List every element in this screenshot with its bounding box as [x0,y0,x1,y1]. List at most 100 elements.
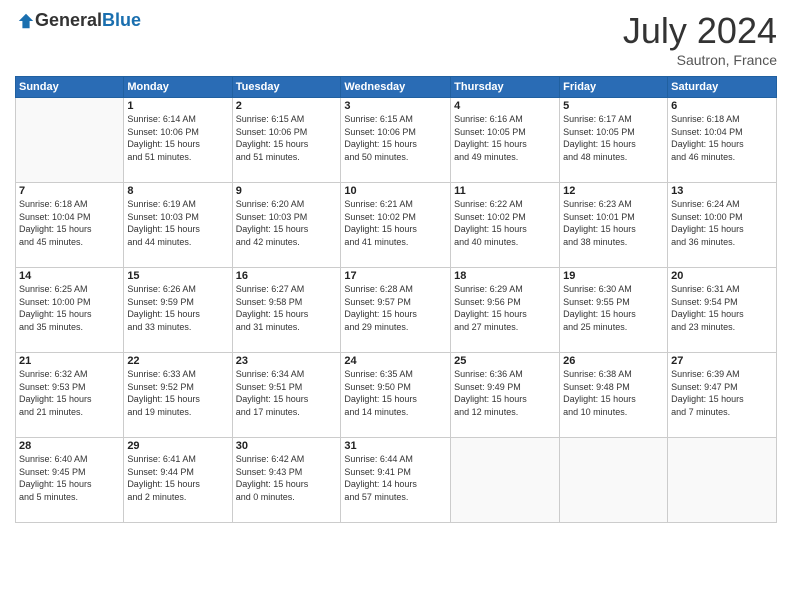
day-info: Sunrise: 6:33 AM Sunset: 9:52 PM Dayligh… [127,368,228,418]
calendar-cell: 31Sunrise: 6:44 AM Sunset: 9:41 PM Dayli… [341,438,451,523]
title-block: July 2024 Sautron, France [623,10,777,68]
logo-general: General [35,10,102,30]
day-info: Sunrise: 6:21 AM Sunset: 10:02 PM Daylig… [344,198,447,248]
logo-text: GeneralBlue [35,10,141,31]
calendar-cell: 22Sunrise: 6:33 AM Sunset: 9:52 PM Dayli… [124,353,232,438]
day-number: 12 [563,185,664,197]
day-info: Sunrise: 6:31 AM Sunset: 9:54 PM Dayligh… [671,283,773,333]
calendar-cell: 16Sunrise: 6:27 AM Sunset: 9:58 PM Dayli… [232,268,341,353]
day-number: 13 [671,185,773,197]
day-info: Sunrise: 6:14 AM Sunset: 10:06 PM Daylig… [127,113,228,163]
page: GeneralBlue July 2024 Sautron, France Su… [0,0,792,612]
calendar-cell [668,438,777,523]
day-number: 9 [236,185,338,197]
day-number: 6 [671,100,773,112]
calendar-cell: 3Sunrise: 6:15 AM Sunset: 10:06 PM Dayli… [341,98,451,183]
day-info: Sunrise: 6:42 AM Sunset: 9:43 PM Dayligh… [236,453,338,503]
col-header-wednesday: Wednesday [341,77,451,98]
day-number: 14 [19,270,120,282]
col-header-monday: Monday [124,77,232,98]
day-info: Sunrise: 6:38 AM Sunset: 9:48 PM Dayligh… [563,368,664,418]
day-info: Sunrise: 6:44 AM Sunset: 9:41 PM Dayligh… [344,453,447,503]
col-header-saturday: Saturday [668,77,777,98]
calendar-cell: 13Sunrise: 6:24 AM Sunset: 10:00 PM Dayl… [668,183,777,268]
calendar-cell: 17Sunrise: 6:28 AM Sunset: 9:57 PM Dayli… [341,268,451,353]
logo-icon [17,12,35,30]
day-info: Sunrise: 6:18 AM Sunset: 10:04 PM Daylig… [671,113,773,163]
day-number: 22 [127,355,228,367]
col-header-sunday: Sunday [16,77,124,98]
day-info: Sunrise: 6:35 AM Sunset: 9:50 PM Dayligh… [344,368,447,418]
day-info: Sunrise: 6:16 AM Sunset: 10:05 PM Daylig… [454,113,556,163]
day-info: Sunrise: 6:30 AM Sunset: 9:55 PM Dayligh… [563,283,664,333]
calendar-cell [451,438,560,523]
day-info: Sunrise: 6:32 AM Sunset: 9:53 PM Dayligh… [19,368,120,418]
day-number: 10 [344,185,447,197]
day-info: Sunrise: 6:25 AM Sunset: 10:00 PM Daylig… [19,283,120,333]
calendar-cell: 18Sunrise: 6:29 AM Sunset: 9:56 PM Dayli… [451,268,560,353]
day-info: Sunrise: 6:34 AM Sunset: 9:51 PM Dayligh… [236,368,338,418]
day-number: 21 [19,355,120,367]
calendar-cell: 26Sunrise: 6:38 AM Sunset: 9:48 PM Dayli… [560,353,668,438]
calendar-cell [16,98,124,183]
calendar-cell: 23Sunrise: 6:34 AM Sunset: 9:51 PM Dayli… [232,353,341,438]
calendar-cell: 4Sunrise: 6:16 AM Sunset: 10:05 PM Dayli… [451,98,560,183]
calendar-cell: 5Sunrise: 6:17 AM Sunset: 10:05 PM Dayli… [560,98,668,183]
calendar-cell: 27Sunrise: 6:39 AM Sunset: 9:47 PM Dayli… [668,353,777,438]
calendar-cell: 2Sunrise: 6:15 AM Sunset: 10:06 PM Dayli… [232,98,341,183]
calendar-cell: 25Sunrise: 6:36 AM Sunset: 9:49 PM Dayli… [451,353,560,438]
calendar-cell: 19Sunrise: 6:30 AM Sunset: 9:55 PM Dayli… [560,268,668,353]
day-info: Sunrise: 6:27 AM Sunset: 9:58 PM Dayligh… [236,283,338,333]
day-info: Sunrise: 6:36 AM Sunset: 9:49 PM Dayligh… [454,368,556,418]
day-info: Sunrise: 6:22 AM Sunset: 10:02 PM Daylig… [454,198,556,248]
day-info: Sunrise: 6:15 AM Sunset: 10:06 PM Daylig… [236,113,338,163]
calendar-row-4: 28Sunrise: 6:40 AM Sunset: 9:45 PM Dayli… [16,438,777,523]
day-number: 31 [344,440,447,452]
calendar-row-0: 1Sunrise: 6:14 AM Sunset: 10:06 PM Dayli… [16,98,777,183]
calendar-cell: 24Sunrise: 6:35 AM Sunset: 9:50 PM Dayli… [341,353,451,438]
day-number: 29 [127,440,228,452]
day-number: 8 [127,185,228,197]
day-number: 4 [454,100,556,112]
day-info: Sunrise: 6:17 AM Sunset: 10:05 PM Daylig… [563,113,664,163]
day-info: Sunrise: 6:26 AM Sunset: 9:59 PM Dayligh… [127,283,228,333]
calendar-cell: 10Sunrise: 6:21 AM Sunset: 10:02 PM Dayl… [341,183,451,268]
day-number: 5 [563,100,664,112]
logo-blue: Blue [102,10,141,30]
day-info: Sunrise: 6:39 AM Sunset: 9:47 PM Dayligh… [671,368,773,418]
col-header-tuesday: Tuesday [232,77,341,98]
day-number: 17 [344,270,447,282]
day-info: Sunrise: 6:18 AM Sunset: 10:04 PM Daylig… [19,198,120,248]
calendar-table: SundayMondayTuesdayWednesdayThursdayFrid… [15,76,777,523]
day-number: 16 [236,270,338,282]
calendar-cell [560,438,668,523]
day-number: 11 [454,185,556,197]
day-number: 1 [127,100,228,112]
calendar-cell: 28Sunrise: 6:40 AM Sunset: 9:45 PM Dayli… [16,438,124,523]
calendar-cell: 29Sunrise: 6:41 AM Sunset: 9:44 PM Dayli… [124,438,232,523]
day-number: 23 [236,355,338,367]
calendar-cell: 9Sunrise: 6:20 AM Sunset: 10:03 PM Dayli… [232,183,341,268]
logo: GeneralBlue [15,10,141,31]
day-number: 15 [127,270,228,282]
day-number: 25 [454,355,556,367]
calendar-cell: 8Sunrise: 6:19 AM Sunset: 10:03 PM Dayli… [124,183,232,268]
day-number: 7 [19,185,120,197]
day-info: Sunrise: 6:19 AM Sunset: 10:03 PM Daylig… [127,198,228,248]
day-number: 26 [563,355,664,367]
calendar-cell: 12Sunrise: 6:23 AM Sunset: 10:01 PM Dayl… [560,183,668,268]
calendar-cell: 21Sunrise: 6:32 AM Sunset: 9:53 PM Dayli… [16,353,124,438]
day-info: Sunrise: 6:23 AM Sunset: 10:01 PM Daylig… [563,198,664,248]
month-title: July 2024 [623,10,777,52]
calendar-row-1: 7Sunrise: 6:18 AM Sunset: 10:04 PM Dayli… [16,183,777,268]
calendar-cell: 6Sunrise: 6:18 AM Sunset: 10:04 PM Dayli… [668,98,777,183]
calendar-row-2: 14Sunrise: 6:25 AM Sunset: 10:00 PM Dayl… [16,268,777,353]
day-info: Sunrise: 6:15 AM Sunset: 10:06 PM Daylig… [344,113,447,163]
day-number: 28 [19,440,120,452]
col-header-thursday: Thursday [451,77,560,98]
calendar-cell: 7Sunrise: 6:18 AM Sunset: 10:04 PM Dayli… [16,183,124,268]
day-number: 20 [671,270,773,282]
day-info: Sunrise: 6:24 AM Sunset: 10:00 PM Daylig… [671,198,773,248]
header: GeneralBlue July 2024 Sautron, France [15,10,777,68]
day-number: 3 [344,100,447,112]
